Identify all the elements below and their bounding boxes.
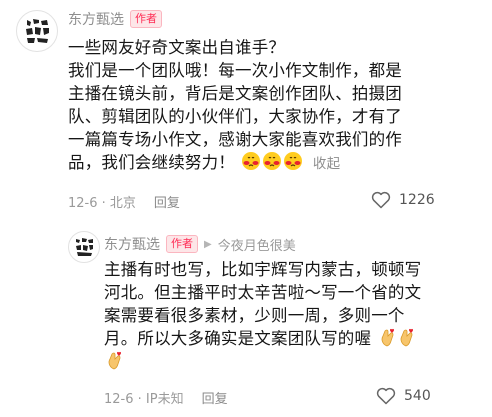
reply-button[interactable]: 回复: [154, 192, 180, 211]
author-badge: 作者: [166, 235, 198, 253]
comment-line: 案需要看很多素材，少则一周，多则一个: [104, 306, 405, 325]
comment-line: 我们是一个团队哦！每一次小作文制作，都是: [68, 61, 402, 80]
heart-outline-icon: [376, 387, 396, 405]
comment-meta: 12-6 · 北京 回复: [68, 192, 180, 211]
finger-heart-emoji-icon: [108, 351, 121, 370]
comment-line: 月。所以大多确实是文案团队写的喔: [104, 329, 372, 348]
collapse-link[interactable]: 收起: [313, 156, 340, 172]
calligraphy-logo-icon: [26, 19, 49, 43]
date-location: 12-6 · IP未知: [104, 392, 184, 407]
comment-line: 主播有时也写，比如宇辉写内蒙古，顿顿写: [104, 260, 422, 279]
comment-item: 东方甄选 作者 一些网友好奇文案出自谁手？ 我们是一个团队哦！每一次小作文制作，…: [0, 0, 492, 225]
comment-text: 一些网友好奇文案出自谁手？ 我们是一个团队哦！每一次小作文制作，都是 主播在镜头…: [68, 36, 488, 176]
username[interactable]: 东方甄选: [104, 234, 160, 254]
like-button[interactable]: 1226: [371, 191, 435, 209]
author-badge: 作者: [130, 10, 162, 28]
reply-target-username[interactable]: 今夜月色很美: [218, 235, 296, 254]
username[interactable]: 东方甄选: [68, 9, 124, 29]
comment-header: 东方甄选 作者: [68, 9, 162, 29]
comment-line: 一篇篇专场小作文，感谢大家能喜欢我们的作: [68, 130, 402, 149]
comment-text: 主播有时也写，比如宇辉写内蒙古，顿顿写 河北。但主播平时太辛苦啦～写一个省的文 …: [104, 258, 488, 373]
comment-last-line: 品，我们会继续努力！ 收起: [68, 151, 488, 176]
like-count: 540: [404, 388, 431, 404]
comment-line: 主播在镜头前，背后是文案创作团队、拍摄团: [68, 84, 402, 103]
comment-line: 一些网友好奇文案出自谁手？: [68, 38, 286, 57]
calligraphy-logo-icon: [76, 238, 93, 256]
heart-outline-icon: [371, 191, 391, 209]
reply-comment-item: 东方甄选 作者 ▶ 今夜月色很美 主播有时也写，比如宇辉写内蒙古，顿顿写 河北。…: [0, 225, 492, 417]
comment-header: 东方甄选 作者 ▶ 今夜月色很美: [104, 234, 296, 254]
like-count: 1226: [399, 192, 435, 208]
comment-emoji-line: [104, 350, 488, 373]
comment-line: 队、剪辑团队的小伙伴们，大家协作，才有了: [68, 107, 402, 126]
finger-heart-emoji-icon: [381, 328, 394, 347]
shy-blush-emoji-icon: [242, 152, 261, 170]
comment-line: 河北。但主播平时太辛苦啦～写一个省的文: [104, 283, 422, 302]
avatar[interactable]: [16, 10, 58, 52]
reply-arrow-icon: ▶: [204, 238, 212, 250]
like-button[interactable]: 540: [376, 387, 431, 405]
comment-meta: 12-6 · IP未知 回复: [104, 388, 228, 407]
finger-heart-emoji-icon: [400, 328, 413, 347]
reply-button[interactable]: 回复: [202, 388, 228, 407]
shy-blush-emoji-icon: [263, 152, 282, 170]
comment-line: 品，我们会继续努力！: [68, 153, 235, 172]
avatar[interactable]: [68, 231, 100, 263]
comment-last-line: 月。所以大多确实是文案团队写的喔: [104, 327, 488, 350]
date-location: 12-6 · 北京: [68, 196, 136, 211]
shy-blush-emoji-icon: [284, 152, 303, 170]
